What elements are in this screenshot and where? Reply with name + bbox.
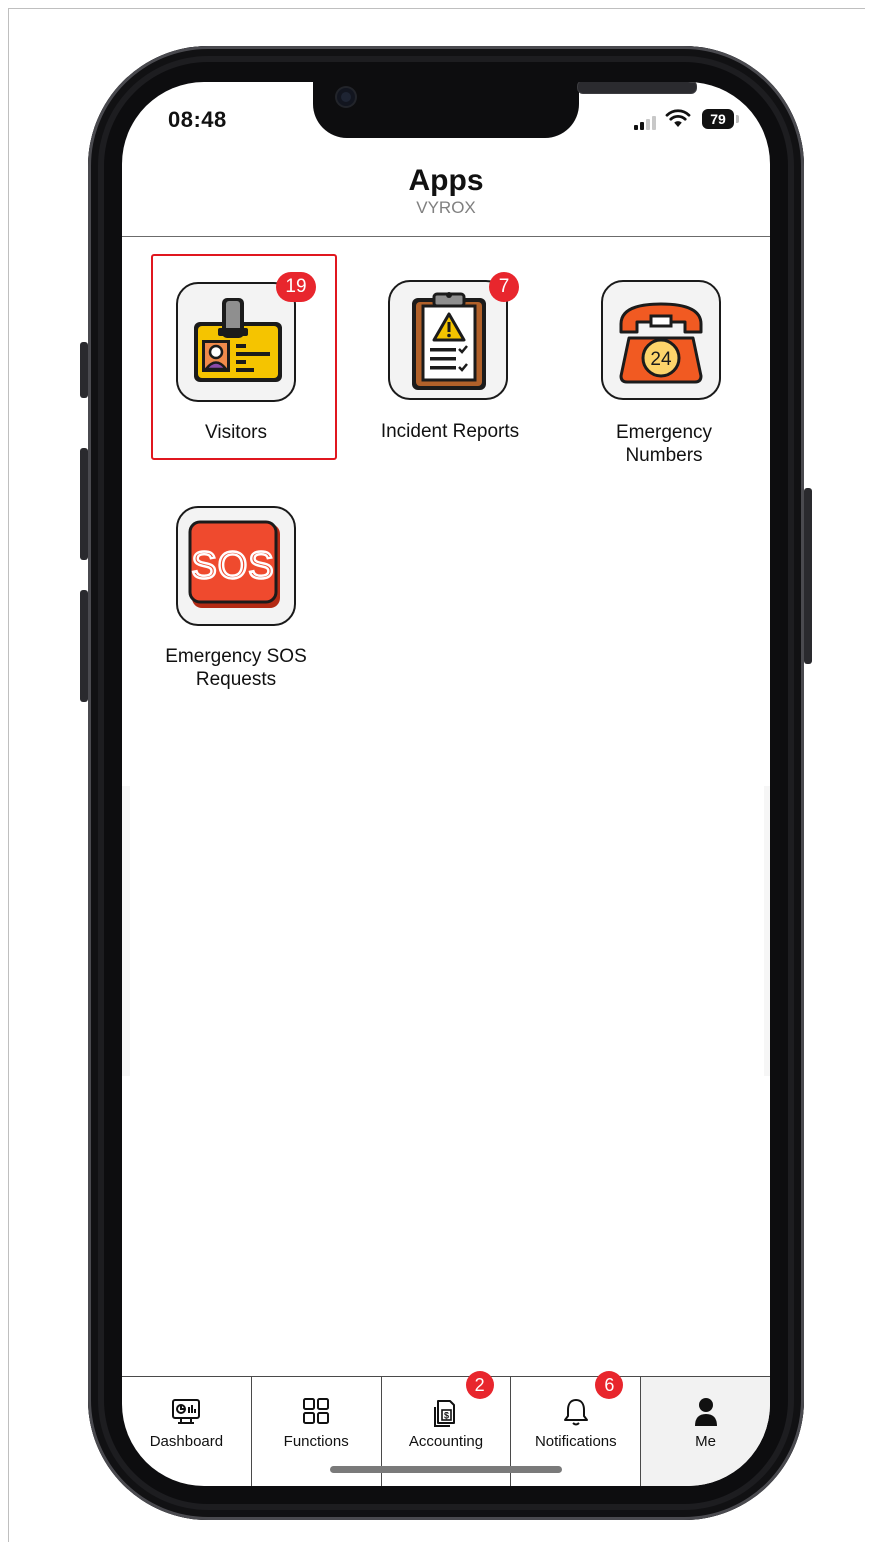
incident-reports-label: Incident Reports — [380, 421, 520, 442]
id-badge-icon — [194, 298, 282, 382]
status-bar: 08:48 79 — [122, 82, 770, 142]
tab-notifications-label: Notifications — [534, 1433, 617, 1450]
user-icon — [694, 1398, 717, 1426]
power-button — [804, 488, 812, 664]
notifications-badge: 6 — [595, 1371, 624, 1399]
cellular-signal-icon — [634, 116, 656, 130]
emergency-numbers-label-line1: Emergency — [615, 422, 713, 443]
page-title: Apps — [408, 164, 484, 197]
emergency-sos-label-line1: Emergency SOS — [165, 646, 307, 667]
dashboard-icon — [172, 1399, 201, 1424]
sos-icon-text: SOS — [191, 545, 274, 587]
incident-reports-tile[interactable] — [388, 280, 508, 400]
tab-dashboard-label: Dashboard — [149, 1433, 224, 1450]
scroll-area-edge-right — [764, 786, 770, 1076]
page-header: Apps VYROX — [122, 162, 770, 237]
svg-text:$: $ — [444, 1411, 449, 1421]
phone-24-icon: 24 — [619, 302, 703, 384]
tab-dashboard[interactable]: Dashboard — [122, 1377, 252, 1486]
emergency-numbers-tile[interactable]: 24 — [601, 280, 721, 400]
visitors-tile[interactable] — [176, 282, 296, 402]
accounting-badge: 2 — [465, 1371, 494, 1399]
clipboard-warning-icon — [412, 292, 486, 390]
bell-icon — [563, 1399, 588, 1426]
battery-icon: 79 — [702, 109, 739, 129]
tab-functions-label: Functions — [283, 1433, 349, 1450]
scroll-area-edge-left — [122, 786, 130, 1076]
battery-level: 79 — [702, 109, 734, 129]
volume-up-button — [80, 448, 88, 560]
volume-down-button — [80, 590, 88, 702]
status-time: 08:48 — [168, 107, 227, 132]
incident-reports-badge: 7 — [489, 272, 519, 302]
wifi-icon — [665, 109, 691, 127]
emergency-numbers-label-line2: Numbers — [625, 445, 703, 466]
phone-screen: 08:48 79 Apps VYROX 19 Visitors 7 Incide… — [122, 82, 770, 1486]
app-visitors[interactable]: 19 Visitors — [146, 254, 326, 460]
visitors-label: Visitors — [205, 422, 267, 443]
home-indicator[interactable] — [330, 1466, 562, 1473]
emergency-sos-label: Emergency SOS Requests — [146, 645, 326, 691]
tab-me[interactable]: Me — [641, 1377, 770, 1486]
tab-me-label: Me — [695, 1433, 716, 1450]
invoice-icon: $ — [433, 1400, 455, 1427]
sos-icon: SOS — [188, 520, 280, 608]
tab-accounting-label: Accounting — [408, 1433, 484, 1450]
emergency-sos-label-line2: Requests — [195, 669, 277, 690]
silent-switch — [80, 342, 88, 398]
visitors-badge: 19 — [276, 272, 316, 302]
grid-icon — [303, 1398, 330, 1424]
emergency-numbers-label: Emergency Numbers — [574, 421, 754, 467]
emergency-sos-tile[interactable]: SOS — [176, 506, 296, 626]
page-subtitle: VYROX — [416, 198, 476, 217]
app-incident-reports[interactable]: 7 Incident Reports — [360, 254, 540, 460]
front-camera — [337, 88, 355, 106]
svg-text:24: 24 — [650, 349, 672, 370]
app-emergency-sos-requests[interactable]: SOS Emergency SOS Requests — [146, 480, 326, 690]
app-emergency-numbers[interactable]: 24 Emergency Numbers — [574, 254, 754, 484]
